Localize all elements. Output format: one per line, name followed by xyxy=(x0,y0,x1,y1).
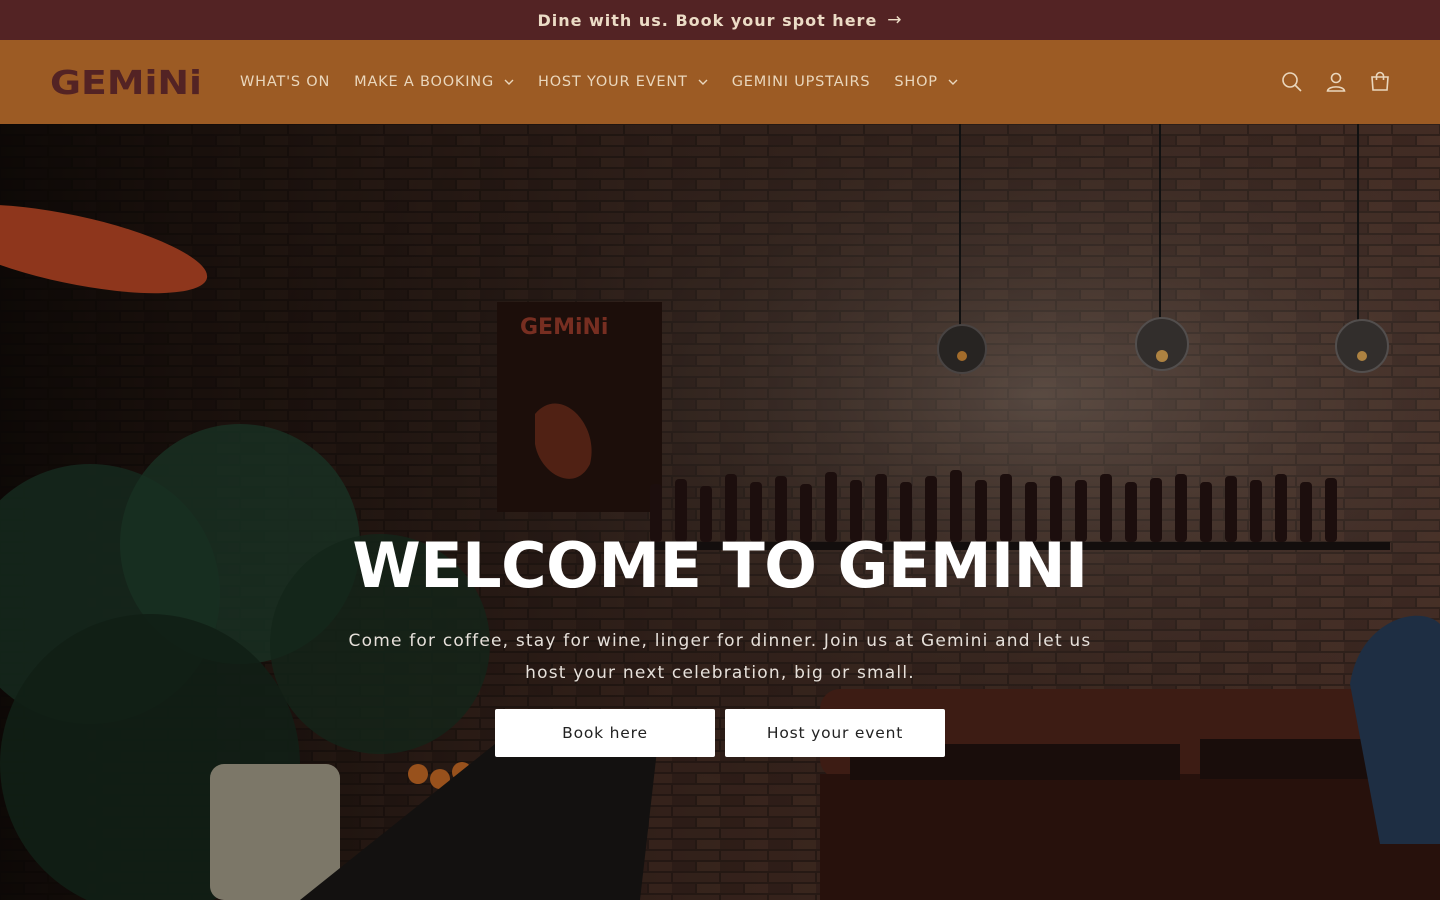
announcement-bar[interactable]: Dine with us. Book your spot here → xyxy=(0,0,1440,40)
site-header: GEMiNi WHAT'S ON MAKE A BOOKING HOST YOU… xyxy=(0,40,1440,124)
nav-label: MAKE A BOOKING xyxy=(354,74,494,90)
hero-content: WELCOME TO GEMINI Come for coffee, stay … xyxy=(0,529,1440,757)
header-actions xyxy=(1260,40,1392,124)
chevron-down-icon xyxy=(948,79,958,85)
search-button[interactable] xyxy=(1280,70,1304,94)
hero-title: WELCOME TO GEMINI xyxy=(352,529,1088,602)
hero-buttons: Book here Host your event xyxy=(0,709,1440,757)
nav-gemini-upstairs[interactable]: GEMINI UPSTAIRS xyxy=(732,74,871,90)
nav-label: SHOP xyxy=(894,74,938,90)
nav-host-your-event[interactable]: HOST YOUR EVENT xyxy=(538,74,708,90)
cart-button[interactable] xyxy=(1368,70,1392,94)
hero-subtitle: Come for coffee, stay for wine, linger f… xyxy=(348,631,1092,683)
nav-label: GEMINI UPSTAIRS xyxy=(731,74,871,90)
announcement-text: Dine with us. Book your spot here xyxy=(537,10,878,30)
gemini-logo[interactable]: GEMiNi xyxy=(50,63,202,102)
host-your-event-button[interactable]: Host your event xyxy=(725,709,945,757)
arrow-right-icon: → xyxy=(887,10,903,30)
nav-whats-on[interactable]: WHAT'S ON xyxy=(240,74,330,90)
hero-overlay xyxy=(0,124,1440,900)
book-here-button[interactable]: Book here xyxy=(495,709,715,757)
nav-label: WHAT'S ON xyxy=(240,74,331,90)
account-icon xyxy=(1326,72,1346,92)
chevron-down-icon xyxy=(698,79,708,85)
hero-banner: GEMiNi WELCOME TO GEMINI Come for coffee… xyxy=(0,124,1440,900)
svg-text:GEMiNi: GEMiNi xyxy=(50,67,202,97)
cart-icon xyxy=(1371,71,1389,91)
account-button[interactable] xyxy=(1324,70,1348,94)
nav-make-a-booking[interactable]: MAKE A BOOKING xyxy=(354,74,514,90)
main-nav: WHAT'S ON MAKE A BOOKING HOST YOUR EVENT… xyxy=(240,40,982,124)
search-icon xyxy=(1282,72,1302,92)
chevron-down-icon xyxy=(504,79,514,85)
nav-label: HOST YOUR EVENT xyxy=(537,74,688,90)
gemini-logo-mark: GEMiNi xyxy=(50,63,202,102)
nav-shop[interactable]: SHOP xyxy=(894,74,958,90)
